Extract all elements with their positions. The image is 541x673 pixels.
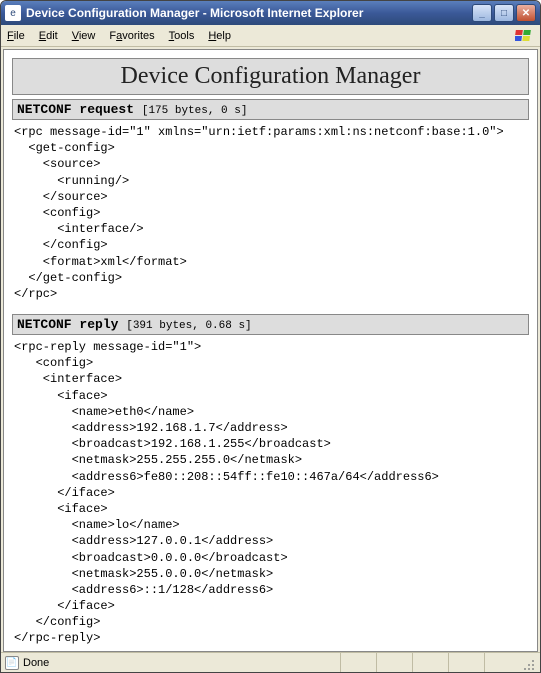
page-content: Device Configuration Manager NETCONF req… (3, 49, 538, 652)
menu-view[interactable]: View (72, 30, 96, 42)
request-meta: [175 bytes, 0 s] (142, 105, 248, 117)
status-pane (484, 653, 520, 672)
page-icon: 📄 (5, 656, 19, 670)
close-button[interactable]: ✕ (516, 4, 536, 22)
window-titlebar[interactable]: e Device Configuration Manager - Microso… (1, 1, 540, 25)
maximize-button[interactable]: □ (494, 4, 514, 22)
status-pane (448, 653, 484, 672)
ie-icon: e (5, 5, 21, 21)
menu-favorites[interactable]: Favorites (109, 30, 154, 42)
status-panes (340, 653, 536, 672)
reply-xml: <rpc-reply message-id="1"> <config> <int… (12, 335, 529, 652)
window-title: Device Configuration Manager - Microsoft… (26, 6, 472, 20)
request-header-label: NETCONF request (17, 102, 134, 117)
status-pane (412, 653, 448, 672)
browser-window: e Device Configuration Manager - Microso… (0, 0, 541, 673)
menu-bar: File Edit View Favorites Tools Help (1, 25, 540, 47)
status-bar: 📄 Done (1, 652, 540, 672)
reply-header-label: NETCONF reply (17, 317, 118, 332)
reply-header: NETCONF reply [391 bytes, 0.68 s] (12, 314, 529, 335)
menu-help[interactable]: Help (208, 30, 231, 42)
status-pane (376, 653, 412, 672)
resize-grip-icon[interactable] (520, 653, 536, 672)
menu-edit[interactable]: Edit (39, 30, 58, 42)
window-controls: _ □ ✕ (472, 4, 536, 22)
menu-tools[interactable]: Tools (169, 30, 195, 42)
request-header: NETCONF request [175 bytes, 0 s] (12, 99, 529, 120)
minimize-button[interactable]: _ (472, 4, 492, 22)
reply-meta: [391 bytes, 0.68 s] (126, 320, 251, 332)
request-xml: <rpc message-id="1" xmlns="urn:ietf:para… (12, 120, 529, 310)
windows-flag-icon[interactable] (514, 28, 534, 44)
status-pane (340, 653, 376, 672)
page-title: Device Configuration Manager (12, 58, 529, 95)
status-text: Done (23, 657, 49, 669)
menu-file[interactable]: File (7, 30, 25, 42)
